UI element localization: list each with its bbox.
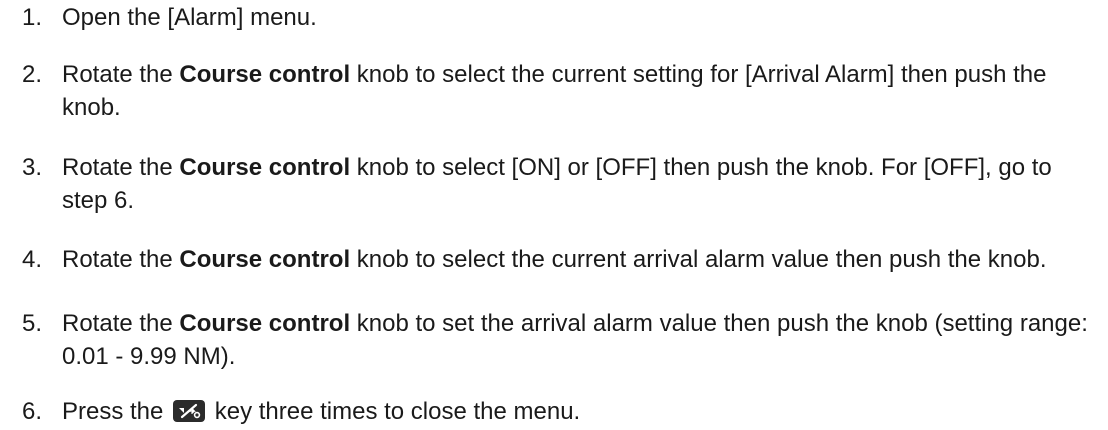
step-2: 2. Rotate the Course control knob to sel… — [0, 58, 1100, 124]
step-text: Rotate the Course control knob to set th… — [62, 310, 1088, 370]
step-text: Rotate the Course control knob to select… — [62, 246, 1047, 273]
step-3: 3. Rotate the Course control knob to sel… — [0, 151, 1100, 217]
control-name: Course control — [179, 246, 351, 273]
control-name: Course control — [179, 154, 351, 181]
step-1: 1. Open the [Alarm] menu. — [0, 1, 1100, 34]
step-number: 2. — [22, 61, 43, 88]
step-number: 1. — [22, 4, 43, 31]
step-text: Rotate the Course control knob to select… — [62, 154, 1052, 214]
instruction-steps: 1. Open the [Alarm] menu. 2. Rotate the … — [0, 0, 1108, 430]
control-name: Course control — [179, 61, 351, 88]
menu-escape-key-icon — [172, 399, 206, 423]
step-number: 5. — [22, 310, 43, 337]
step-text: Press the key three times to close the m… — [62, 398, 581, 425]
step-text: Rotate the Course control knob to select… — [62, 61, 1047, 121]
step-5: 5. Rotate the Course control knob to set… — [0, 307, 1100, 373]
step-number: 6. — [22, 398, 43, 425]
step-number: 3. — [22, 154, 43, 181]
step-6: 6. Press the key three times to close th… — [0, 395, 1100, 428]
step-number: 4. — [22, 246, 43, 273]
control-name: Course control — [179, 310, 351, 337]
step-text: Open the [Alarm] menu. — [62, 4, 317, 31]
step-4: 4. Rotate the Course control knob to sel… — [0, 243, 1100, 276]
